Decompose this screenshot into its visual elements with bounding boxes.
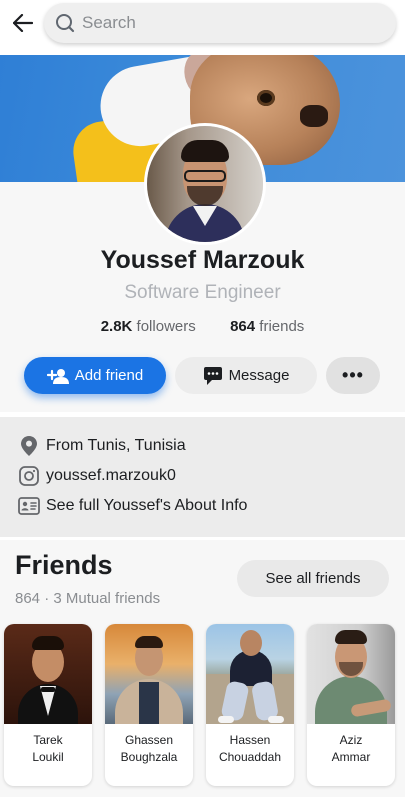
friend-card[interactable]: Ghassen Boughzala: [105, 624, 193, 786]
friends-subtitle: 864 · 3 Mutual friends: [15, 590, 161, 607]
see-all-friends-button[interactable]: See all friends: [237, 560, 389, 597]
profile-name: Youssef Marzouk: [100, 246, 305, 274]
message-button[interactable]: Message: [175, 357, 317, 394]
followers-count: 2.8K: [100, 318, 133, 335]
friend-card[interactable]: Tarek Loukil: [4, 624, 92, 786]
friend-name: Tarek Loukil: [32, 733, 64, 764]
message-label: Message: [228, 367, 290, 384]
profile-job-title: Software Engineer: [124, 282, 281, 303]
add-person-icon: [46, 368, 69, 384]
friend-name: Hassen Chouaddah: [218, 733, 282, 764]
friend-card[interactable]: Hassen Chouaddah: [206, 624, 294, 786]
friend-photo: [105, 624, 193, 724]
search-icon: [54, 12, 76, 34]
friends-label: friends: [259, 318, 305, 335]
friend-name: Aziz Ammar: [331, 733, 371, 764]
about-info-row[interactable]: See full Youssef's About Info: [18, 493, 247, 519]
instagram-icon: [18, 465, 40, 487]
id-card-icon: [18, 495, 40, 517]
profile-avatar[interactable]: [144, 123, 266, 245]
followers-label: followers: [136, 318, 196, 335]
add-friend-label: Add friend: [74, 367, 144, 384]
profile-stats: 2.8K followers 864 friends: [0, 318, 405, 335]
add-friend-button[interactable]: Add friend: [24, 357, 166, 394]
friend-card[interactable]: Aziz Ammar: [307, 624, 395, 786]
chat-icon: [203, 366, 223, 386]
search-input[interactable]: [80, 12, 384, 34]
about-section: From Tunis, Tunisia youssef.marzouk0 See…: [0, 417, 405, 537]
location-text: From Tunis, Tunisia: [46, 437, 186, 454]
about-info-link[interactable]: See full Youssef's About Info: [46, 497, 247, 515]
friend-photo: [307, 624, 395, 724]
location-row: From Tunis, Tunisia: [18, 433, 186, 459]
location-pin-icon: [18, 435, 40, 457]
friends-title: Friends: [15, 550, 113, 580]
friends-count: 864: [230, 318, 256, 335]
friend-photo: [4, 624, 92, 724]
friend-photo: [206, 624, 294, 724]
back-arrow-icon[interactable]: [10, 10, 36, 36]
top-bar: [0, 0, 405, 50]
friend-name: Ghassen Boughzala: [120, 733, 178, 764]
instagram-row[interactable]: youssef.marzouk0: [18, 463, 176, 489]
friends-section: Friends 864 · 3 Mutual friends See all f…: [0, 540, 405, 797]
more-options-button[interactable]: •••: [326, 357, 380, 394]
instagram-handle[interactable]: youssef.marzouk0: [46, 467, 176, 485]
search-bar[interactable]: [44, 3, 396, 43]
